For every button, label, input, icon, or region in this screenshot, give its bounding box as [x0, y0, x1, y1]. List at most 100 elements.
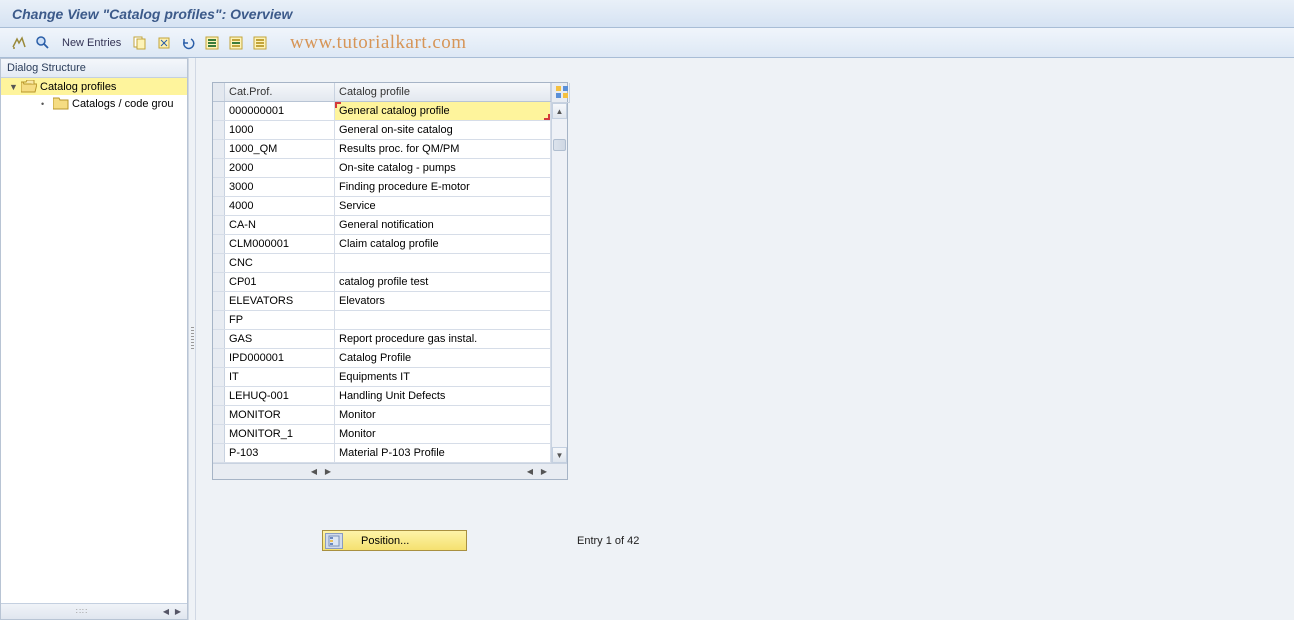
- row-selector[interactable]: [213, 311, 225, 329]
- table-row[interactable]: FP: [213, 311, 551, 330]
- table-row[interactable]: 1000_QMResults proc. for QM/PM: [213, 140, 551, 159]
- cell-catprof[interactable]: FP: [225, 311, 335, 329]
- row-selector[interactable]: [213, 254, 225, 272]
- cell-catprof[interactable]: CNC: [225, 254, 335, 272]
- row-selector[interactable]: [213, 102, 225, 120]
- table-row[interactable]: ITEquipments IT: [213, 368, 551, 387]
- table-row[interactable]: LEHUQ-001Handling Unit Defects: [213, 387, 551, 406]
- cell-catalog-profile[interactable]: Elevators: [335, 292, 551, 310]
- cell-catalog-profile[interactable]: General notification: [335, 216, 551, 234]
- cell-catalog-profile[interactable]: [335, 254, 551, 272]
- table-row[interactable]: 4000Service: [213, 197, 551, 216]
- row-selector[interactable]: [213, 140, 225, 158]
- table-header-selector[interactable]: [213, 83, 225, 101]
- row-selector[interactable]: [213, 387, 225, 405]
- row-selector[interactable]: [213, 349, 225, 367]
- row-selector[interactable]: [213, 216, 225, 234]
- table-row[interactable]: 3000Finding procedure E-motor: [213, 178, 551, 197]
- select-block-icon[interactable]: [227, 34, 245, 52]
- find-icon[interactable]: [34, 34, 52, 52]
- new-entries-button[interactable]: New Entries: [58, 37, 125, 49]
- cell-catprof[interactable]: GAS: [225, 330, 335, 348]
- cell-catalog-profile[interactable]: General catalog profile: [335, 102, 551, 120]
- row-selector[interactable]: [213, 292, 225, 310]
- table-header-catalog-profile[interactable]: Catalog profile: [335, 83, 551, 101]
- position-button[interactable]: Position...: [322, 530, 467, 551]
- table-row[interactable]: ELEVATORSElevators: [213, 292, 551, 311]
- tree-item-catalog-profiles[interactable]: ▼ Catalog profiles: [1, 78, 187, 95]
- row-selector[interactable]: [213, 273, 225, 291]
- cell-catprof[interactable]: CP01: [225, 273, 335, 291]
- tree-item-catalogs-code-groups[interactable]: • Catalogs / code grou: [1, 95, 187, 112]
- cell-catprof[interactable]: MONITOR_1: [225, 425, 335, 443]
- cell-catprof[interactable]: ELEVATORS: [225, 292, 335, 310]
- cell-catalog-profile[interactable]: Results proc. for QM/PM: [335, 140, 551, 158]
- scroll-track[interactable]: [552, 119, 567, 447]
- table-row[interactable]: P-103Material P-103 Profile: [213, 444, 551, 463]
- cell-catalog-profile[interactable]: [335, 311, 551, 329]
- row-selector[interactable]: [213, 235, 225, 253]
- cell-catalog-profile[interactable]: General on-site catalog: [335, 121, 551, 139]
- table-row[interactable]: 2000On-site catalog - pumps: [213, 159, 551, 178]
- cell-catalog-profile[interactable]: Handling Unit Defects: [335, 387, 551, 405]
- cell-catalog-profile[interactable]: catalog profile test: [335, 273, 551, 291]
- hscroll-col1-right-icon[interactable]: ▶: [321, 465, 335, 479]
- table-row[interactable]: CP01catalog profile test: [213, 273, 551, 292]
- table-row[interactable]: CNC: [213, 254, 551, 273]
- row-selector[interactable]: [213, 121, 225, 139]
- scroll-up-icon[interactable]: ▲: [552, 103, 567, 119]
- table-row[interactable]: GASReport procedure gas instal.: [213, 330, 551, 349]
- sidebar-scroll-left-icon[interactable]: ◀: [161, 607, 171, 617]
- scroll-down-icon[interactable]: ▼: [552, 447, 567, 463]
- cell-catprof[interactable]: MONITOR: [225, 406, 335, 424]
- cell-catprof[interactable]: 1000: [225, 121, 335, 139]
- undo-icon[interactable]: [179, 34, 197, 52]
- cell-catalog-profile[interactable]: Monitor: [335, 406, 551, 424]
- splitter[interactable]: [188, 58, 196, 620]
- cell-catprof[interactable]: LEHUQ-001: [225, 387, 335, 405]
- sidebar-scroll-right-icon[interactable]: ▶: [173, 607, 183, 617]
- hscroll-col2-left-icon[interactable]: ◀: [523, 465, 537, 479]
- select-all-icon[interactable]: [203, 34, 221, 52]
- table-row[interactable]: IPD000001Catalog Profile: [213, 349, 551, 368]
- cell-catprof[interactable]: P-103: [225, 444, 335, 462]
- row-selector[interactable]: [213, 330, 225, 348]
- cell-catprof[interactable]: IT: [225, 368, 335, 386]
- cell-catalog-profile[interactable]: Material P-103 Profile: [335, 444, 551, 462]
- cell-catprof[interactable]: IPD000001: [225, 349, 335, 367]
- cell-catalog-profile[interactable]: Service: [335, 197, 551, 215]
- cell-catprof[interactable]: 1000_QM: [225, 140, 335, 158]
- tree-collapse-icon[interactable]: ▼: [9, 82, 19, 92]
- copy-icon[interactable]: [131, 34, 149, 52]
- cell-catalog-profile[interactable]: Equipments IT: [335, 368, 551, 386]
- cell-catprof[interactable]: 4000: [225, 197, 335, 215]
- table-row[interactable]: 1000General on-site catalog: [213, 121, 551, 140]
- row-selector[interactable]: [213, 425, 225, 443]
- row-selector[interactable]: [213, 368, 225, 386]
- cell-catalog-profile[interactable]: Finding procedure E-motor: [335, 178, 551, 196]
- cell-catprof[interactable]: 2000: [225, 159, 335, 177]
- cell-catprof[interactable]: 000000001: [225, 102, 335, 120]
- sidebar-grip-icon[interactable]: ∷∷: [5, 607, 159, 616]
- table-header-catprof[interactable]: Cat.Prof.: [225, 83, 335, 101]
- table-config-icon[interactable]: [552, 83, 570, 103]
- row-selector[interactable]: [213, 444, 225, 462]
- cell-catalog-profile[interactable]: Report procedure gas instal.: [335, 330, 551, 348]
- cell-catalog-profile[interactable]: Claim catalog profile: [335, 235, 551, 253]
- cell-catprof[interactable]: CLM000001: [225, 235, 335, 253]
- toggle-display-icon[interactable]: [10, 34, 28, 52]
- cell-catprof[interactable]: 3000: [225, 178, 335, 196]
- table-row[interactable]: MONITOR_1Monitor: [213, 425, 551, 444]
- cell-catalog-profile[interactable]: Catalog Profile: [335, 349, 551, 367]
- delete-icon[interactable]: [155, 34, 173, 52]
- row-selector[interactable]: [213, 178, 225, 196]
- deselect-all-icon[interactable]: [251, 34, 269, 52]
- row-selector[interactable]: [213, 197, 225, 215]
- table-row[interactable]: CLM000001Claim catalog profile: [213, 235, 551, 254]
- table-row[interactable]: CA-NGeneral notification: [213, 216, 551, 235]
- hscroll-col1-left-icon[interactable]: ◀: [307, 465, 321, 479]
- cell-catalog-profile[interactable]: On-site catalog - pumps: [335, 159, 551, 177]
- cell-catalog-profile[interactable]: Monitor: [335, 425, 551, 443]
- hscroll-col2-right-icon[interactable]: ▶: [537, 465, 551, 479]
- table-row[interactable]: MONITORMonitor: [213, 406, 551, 425]
